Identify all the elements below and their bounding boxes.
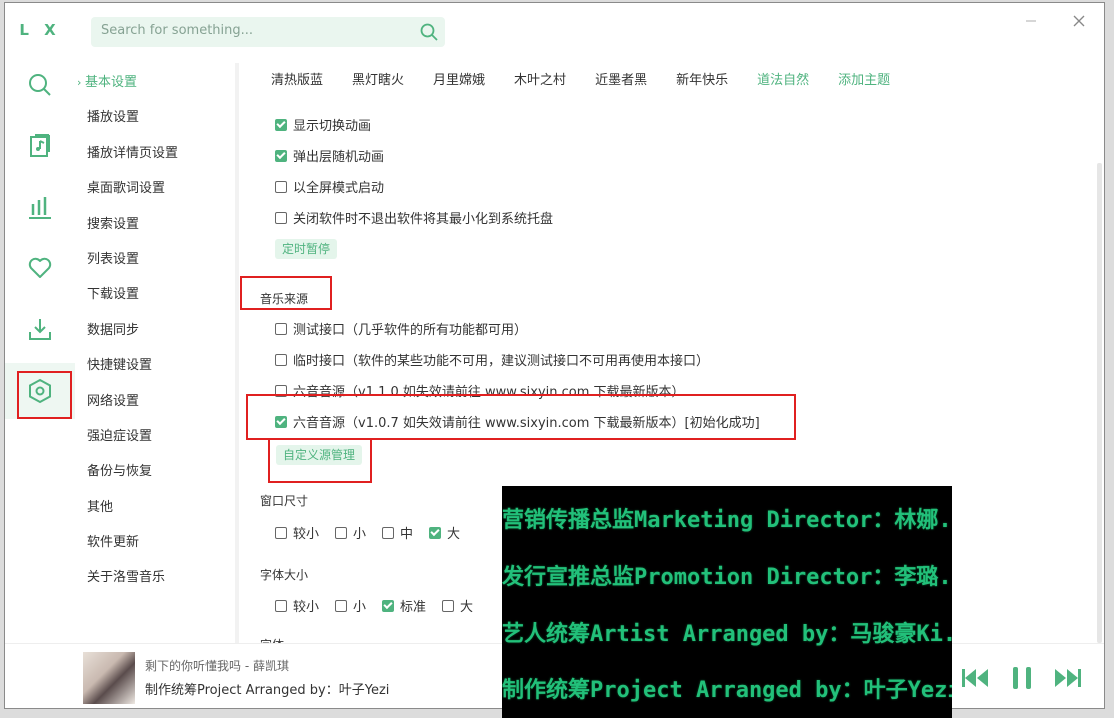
sidebar-item-play[interactable]: 播放设置 xyxy=(77,100,235,135)
music-library-icon xyxy=(30,134,50,157)
font-size-option[interactable]: 大 xyxy=(442,596,473,615)
timer-pause-button[interactable]: 定时暂停 xyxy=(275,239,338,259)
sidebar-item-desktop-lyric[interactable]: 桌面歌词设置 xyxy=(77,171,235,206)
checkbox[interactable] xyxy=(335,526,348,539)
checkbox-checked[interactable] xyxy=(429,526,442,539)
checkbox[interactable] xyxy=(275,211,287,224)
sidebar-item-list[interactable]: 列表设置 xyxy=(77,242,235,277)
custom-source-highlight-box xyxy=(268,438,372,483)
checkbox-checked[interactable] xyxy=(275,149,287,162)
window-size-options: 较小 小 中 大 xyxy=(275,523,476,542)
sidebar-item-download[interactable]: 下载设置 xyxy=(77,277,235,312)
rail-library-button[interactable] xyxy=(5,122,75,170)
font-size-option[interactable]: 标准 xyxy=(382,596,426,615)
checkbox-checked[interactable] xyxy=(275,118,287,131)
sidebar-item-ocd[interactable]: 强迫症设置 xyxy=(77,419,235,454)
search-input[interactable] xyxy=(101,23,401,38)
sidebar-item-about[interactable]: 关于洛雪音乐 xyxy=(77,560,235,595)
theme-item-active[interactable]: 道法自然 xyxy=(757,69,809,88)
font-size-option[interactable]: 较小 xyxy=(275,596,319,615)
heart-icon xyxy=(28,257,52,278)
desktop-lyric-overlay[interactable]: 营销传播总监Marketing Director：林娜... 发行宣推总监Pro… xyxy=(502,486,952,718)
checkbox[interactable] xyxy=(275,526,287,539)
sidebar-scrollbar[interactable] xyxy=(235,63,239,643)
current-lyric: 制作统筹Project Arranged by：叶子Yezi xyxy=(145,683,390,698)
settings-highlight-box xyxy=(17,371,72,419)
window-size-option[interactable]: 较小 xyxy=(275,523,319,542)
settings-sidebar: › 基本设置 播放设置 播放详情页设置 桌面歌词设置 搜索设置 列表设置 下载设置… xyxy=(77,65,235,640)
sidebar-item-search[interactable]: 搜索设置 xyxy=(77,207,235,242)
theme-item[interactable]: 近墨者黑 xyxy=(595,69,647,88)
checkbox[interactable] xyxy=(275,599,287,612)
search-icon[interactable] xyxy=(419,22,439,42)
checkbox[interactable] xyxy=(382,526,395,539)
app-logo: L X xyxy=(19,21,61,39)
window-size-option[interactable]: 中 xyxy=(382,523,413,542)
minimize-icon[interactable] xyxy=(1023,13,1039,29)
overlay-line: 发行宣推总监Promotion Director：李璐... xyxy=(502,565,952,590)
font-size-options: 较小 小 标准 大 xyxy=(275,596,489,615)
theme-item[interactable]: 清热版蓝 xyxy=(271,69,323,88)
rail-favorites-button[interactable] xyxy=(5,244,75,292)
search-bar xyxy=(91,17,445,47)
theme-item[interactable]: 木叶之村 xyxy=(514,69,566,88)
close-icon[interactable] xyxy=(1071,13,1087,29)
chart-icon xyxy=(29,197,51,219)
sidebar-item-play-detail[interactable]: 播放详情页设置 xyxy=(77,136,235,171)
overlay-line: 营销传播总监Marketing Director：林娜... xyxy=(502,508,952,533)
sidebar-item-sync[interactable]: 数据同步 xyxy=(77,313,235,348)
chevron-right-icon: › xyxy=(77,76,82,89)
music-source-highlight-box xyxy=(240,276,332,310)
overlay-line: 艺人统筹Artist Arranged by：马骏豪Ki... xyxy=(502,622,952,647)
font-title-partial: 字体 xyxy=(260,636,284,643)
window-size-option[interactable]: 小 xyxy=(335,523,366,542)
checkbox-checked[interactable] xyxy=(382,599,395,612)
overlay-line: 制作统筹Project Arranged by：叶子Yezi xyxy=(502,678,952,703)
rail-search-button[interactable] xyxy=(5,61,75,109)
popup-random-anim-option[interactable]: 弹出层随机动画 xyxy=(275,146,384,165)
theme-item[interactable]: 黑灯瞎火 xyxy=(352,69,404,88)
checkbox[interactable] xyxy=(275,322,287,335)
music-source-option[interactable]: 测试接口（几乎软件的所有功能都可用） xyxy=(275,319,527,338)
prev-icon[interactable] xyxy=(960,664,990,692)
album-cover[interactable] xyxy=(83,652,135,704)
checkbox[interactable] xyxy=(442,599,455,612)
rail-download-button[interactable] xyxy=(5,305,75,353)
checkbox[interactable] xyxy=(275,353,287,366)
sidebar-item-basic[interactable]: › 基本设置 xyxy=(77,65,235,100)
next-icon[interactable] xyxy=(1053,664,1083,692)
theme-item[interactable]: 月里嫦娥 xyxy=(433,69,485,88)
sidebar-item-network[interactable]: 网络设置 xyxy=(77,384,235,419)
checkbox[interactable] xyxy=(275,180,287,193)
checkbox[interactable] xyxy=(335,599,348,612)
pause-icon[interactable] xyxy=(1007,664,1037,692)
add-theme-button[interactable]: 添加主题 xyxy=(838,69,890,88)
song-title[interactable]: 剩下的你听懂我吗 - 薛凯琪 xyxy=(145,657,289,674)
sidebar-item-hotkey[interactable]: 快捷键设置 xyxy=(77,348,235,383)
show-switch-anim-option[interactable]: 显示切换动画 xyxy=(275,115,371,134)
sidebar-item-backup[interactable]: 备份与恢复 xyxy=(77,454,235,489)
content-scrollbar[interactable] xyxy=(1097,163,1102,643)
minimize-to-tray-option[interactable]: 关闭软件时不退出软件将其最小化到系统托盘 xyxy=(275,208,553,227)
theme-list: 清热版蓝 黑灯瞎火 月里嫦娥 木叶之村 近墨者黑 新年快乐 道法自然 添加主题 xyxy=(271,69,919,88)
search-icon xyxy=(29,74,51,96)
nav-rail: L X xyxy=(5,3,75,708)
download-icon xyxy=(29,319,51,340)
rail-charts-button[interactable] xyxy=(5,183,75,231)
selected-source-highlight-box xyxy=(246,394,796,440)
sidebar-item-other[interactable]: 其他 xyxy=(77,490,235,525)
font-size-title: 字体大小 xyxy=(260,568,309,582)
window-size-title: 窗口尺寸 xyxy=(260,494,309,508)
sidebar-item-update[interactable]: 软件更新 xyxy=(77,525,235,560)
music-source-option[interactable]: 临时接口（软件的某些功能不可用，建议测试接口不可用再使用本接口） xyxy=(275,350,709,369)
window-size-option[interactable]: 大 xyxy=(429,523,460,542)
font-size-option[interactable]: 小 xyxy=(335,596,366,615)
fullscreen-start-option[interactable]: 以全屏模式启动 xyxy=(275,177,384,196)
theme-item[interactable]: 新年快乐 xyxy=(676,69,728,88)
